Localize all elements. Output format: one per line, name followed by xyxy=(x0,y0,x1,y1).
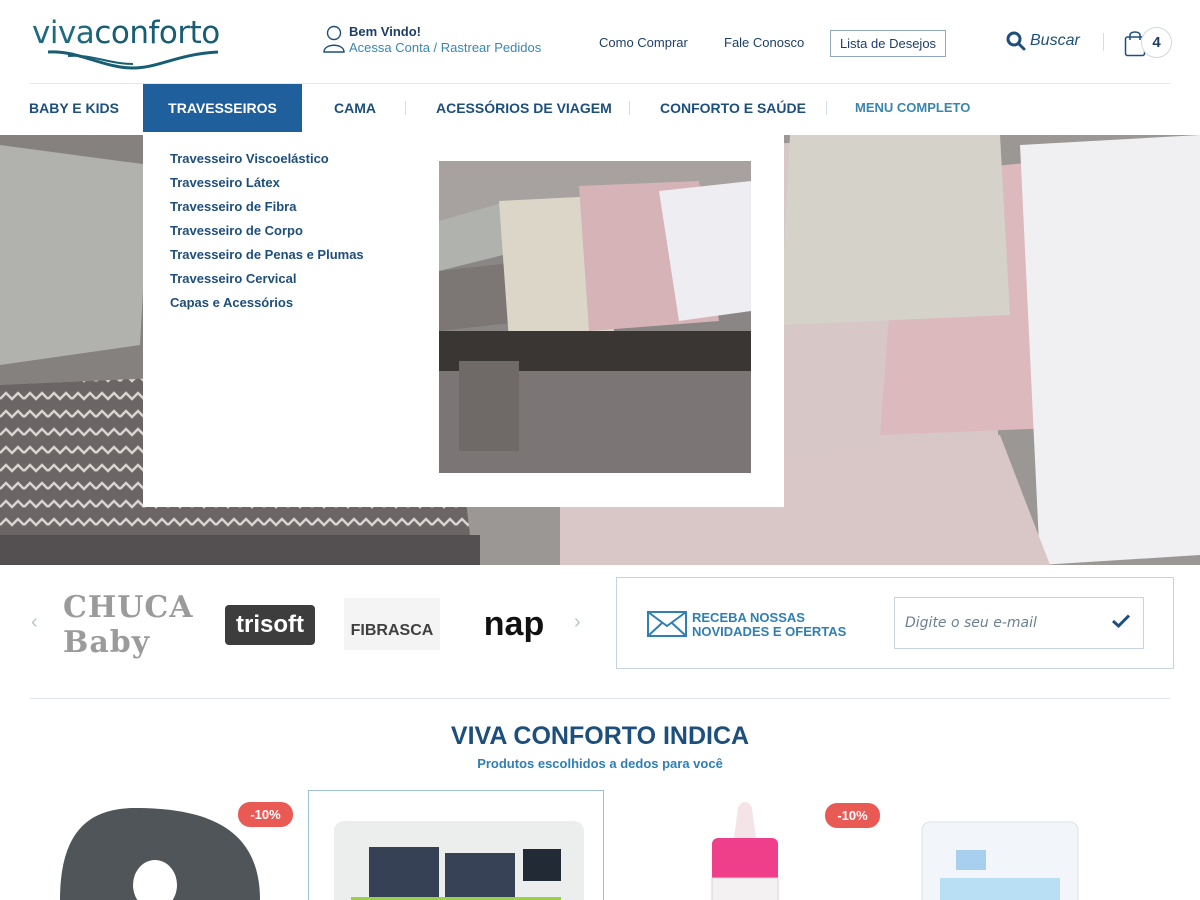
brands-prev-arrow[interactable]: ‹ xyxy=(31,611,38,634)
dropdown-item[interactable]: Travesseiro Viscoelástico xyxy=(170,151,364,175)
nav-baby-kids[interactable]: Baby e Kids xyxy=(29,84,119,132)
divider xyxy=(1103,33,1104,51)
contact-link[interactable]: Fale Conosco xyxy=(724,35,804,50)
dropdown-feature-image[interactable] xyxy=(439,161,751,473)
product-card[interactable]: -10% xyxy=(620,790,890,900)
user-icon xyxy=(323,25,345,53)
account-area[interactable]: Bem Vindo! Acessa Conta / Rastrear Pedid… xyxy=(322,24,541,60)
newsletter-title: Receba nossas novidades e ofertas xyxy=(692,610,847,639)
dropdown-item[interactable]: Travesseiro Látex xyxy=(170,175,364,199)
brand-chuca[interactable]: CHUCA Baby xyxy=(63,590,201,660)
nav-cama[interactable]: Cama xyxy=(334,84,376,132)
mail-icon xyxy=(647,611,687,637)
product-card[interactable] xyxy=(308,790,604,900)
account-link[interactable]: Acessa Conta / Rastrear Pedidos xyxy=(349,40,541,56)
search-icon xyxy=(1006,31,1026,51)
newsletter-box: Receba nossas novidades e ofertas xyxy=(616,577,1174,669)
nav-separator xyxy=(405,101,406,115)
brands-next-arrow[interactable]: › xyxy=(574,611,581,634)
wishlist-button[interactable]: Lista de Desejos xyxy=(830,30,946,57)
dropdown-item[interactable]: Travesseiro de Corpo xyxy=(170,223,364,247)
logo-text: vivaconforto xyxy=(32,15,220,51)
welcome-title: Bem Vindo! xyxy=(349,24,421,39)
brand-fibrasca[interactable]: FIBRASCA xyxy=(344,598,440,650)
dropdown-list: Travesseiro Viscoelástico Travesseiro Lá… xyxy=(170,151,364,319)
nav-travesseiros[interactable]: Travesseiros xyxy=(143,84,302,132)
product-card[interactable]: -10% xyxy=(30,790,300,900)
nav-separator xyxy=(629,101,630,115)
search-button[interactable]: Buscar xyxy=(1006,31,1080,51)
travesseiros-dropdown: Travesseiro Viscoelástico Travesseiro Lá… xyxy=(143,132,784,507)
dropdown-item[interactable]: Travesseiro de Fibra xyxy=(170,199,364,223)
search-label: Buscar xyxy=(1030,32,1080,49)
pillows-photo xyxy=(439,161,751,473)
site-header: vivaconforto Bem Vindo! Acessa Conta / R… xyxy=(0,0,1200,84)
main-nav: Baby e Kids Travesseiros Cama Acessórios… xyxy=(0,84,1200,132)
dropdown-item[interactable]: Travesseiro Cervical xyxy=(170,271,364,295)
section-subtitle: Produtos escolhidos a dedos para você xyxy=(477,756,723,771)
brand-trisoft[interactable]: trisoft xyxy=(225,605,315,645)
dropdown-item[interactable]: Travesseiro de Penas e Plumas xyxy=(170,247,364,271)
discount-badge: -10% xyxy=(238,802,293,827)
dropdown-item[interactable]: Capas e Acessórios xyxy=(170,295,364,319)
how-to-buy-link[interactable]: Como Comprar xyxy=(599,35,688,50)
section-divider xyxy=(30,698,1170,699)
nav-conforto-saude[interactable]: Conforto e Saúde xyxy=(660,84,806,132)
discount-badge: -10% xyxy=(825,803,880,828)
submit-check-icon[interactable] xyxy=(1112,614,1130,628)
newsletter-email-input[interactable] xyxy=(894,597,1144,649)
brand-nap[interactable]: nap xyxy=(466,602,562,646)
product-image-nasa-pillow xyxy=(334,821,584,900)
nav-menu-completo[interactable]: Menu Completo xyxy=(855,84,970,132)
cart-count-badge[interactable]: 4 xyxy=(1141,27,1172,58)
section-title: VIVA CONFORTO INDICA xyxy=(450,722,750,750)
nav-separator xyxy=(826,101,827,115)
product-image-refresh-gel-pillow xyxy=(921,821,1079,900)
logo-wave-icon xyxy=(48,50,218,70)
product-card[interactable] xyxy=(900,790,1100,900)
logo[interactable]: vivaconforto xyxy=(32,18,232,74)
nav-acessorios-viagem[interactable]: Acessórios de Viagem xyxy=(436,84,612,132)
